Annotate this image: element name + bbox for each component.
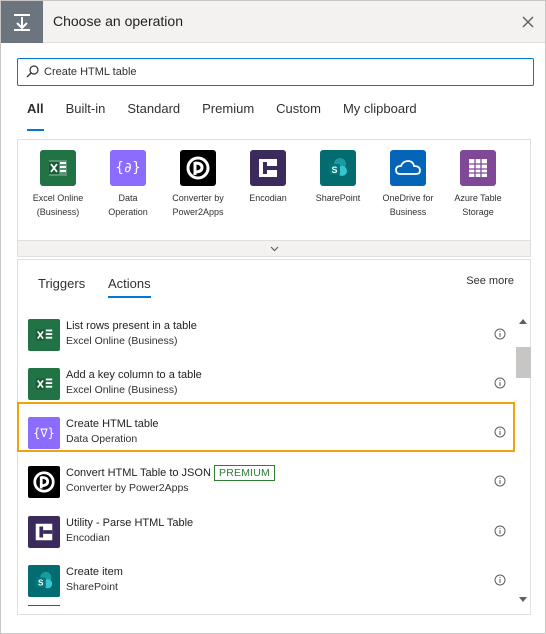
azure-table-icon — [460, 150, 496, 186]
svg-text:S: S — [38, 579, 44, 588]
search-box[interactable] — [17, 58, 534, 86]
see-more-link[interactable]: See more — [466, 275, 514, 287]
tab-all[interactable]: All — [27, 101, 44, 131]
action-list: List rows present in a table Excel Onlin… — [18, 310, 514, 606]
action-title: Utility - Parse HTML Table — [66, 517, 194, 529]
connector-excel-online[interactable]: Excel Online (Business) — [24, 150, 92, 219]
action-item[interactable]: Convert HTML Table to JSON PREMIUM Conve… — [18, 457, 514, 506]
excel-icon — [28, 368, 60, 400]
choose-operation-dialog: Choose an operation All Built-in Standar… — [0, 0, 546, 634]
tab-premium[interactable]: Premium — [202, 101, 254, 131]
onedrive-icon — [390, 150, 426, 186]
action-connector: SharePoint — [66, 581, 118, 593]
action-item[interactable]: Utility - Parse HTML Table Encodian — [18, 507, 514, 556]
chevron-down-icon — [270, 246, 278, 251]
info-icon[interactable] — [494, 377, 506, 389]
connector-label: Excel Online — [32, 193, 84, 203]
connector-label: Data — [118, 193, 138, 203]
search-input[interactable] — [44, 63, 524, 81]
tab-custom[interactable]: Custom — [276, 101, 321, 131]
dialog-title: Choose an operation — [53, 13, 183, 29]
operation-icon — [1, 1, 43, 43]
scroll-down-icon[interactable] — [519, 597, 527, 603]
sharepoint-icon: S — [28, 565, 60, 597]
close-icon — [522, 16, 534, 28]
action-item[interactable]: Add a key column to a table Excel Online… — [18, 359, 514, 408]
power2apps-icon — [28, 466, 60, 498]
connector-data-operation[interactable]: {∂} Data Operation — [94, 150, 162, 219]
connector-sharepoint[interactable]: S SharePoint — [304, 150, 372, 205]
tab-built-in[interactable]: Built-in — [66, 101, 106, 131]
connector-label: Encodian — [249, 193, 287, 203]
action-title: Add a key column to a table — [66, 369, 202, 381]
connector-label: Business — [389, 207, 427, 217]
dialog-header: Choose an operation — [1, 1, 545, 43]
connector-label: Power2Apps — [172, 207, 224, 217]
action-title: List rows present in a table — [66, 320, 197, 332]
sharepoint-icon: S — [320, 150, 356, 186]
selected-action-highlight — [17, 402, 515, 452]
connector-label: Operation — [108, 207, 148, 217]
connector-label: Storage — [462, 207, 494, 217]
connector-label: Azure Table — [454, 193, 502, 203]
svg-text:S: S — [331, 165, 337, 175]
tab-my-clipboard[interactable]: My clipboard — [343, 101, 417, 131]
action-title: Create item — [66, 566, 123, 578]
info-icon[interactable] — [494, 475, 506, 487]
connector-label: OneDrive for — [382, 193, 434, 203]
category-tabs: All Built-in Standard Premium Custom My … — [27, 101, 439, 131]
action-connector: Encodian — [66, 532, 110, 544]
info-icon[interactable] — [494, 525, 506, 537]
data-operation-icon: {∂} — [110, 150, 146, 186]
tab-actions[interactable]: Actions — [108, 276, 151, 298]
power2apps-icon — [180, 150, 216, 186]
info-icon[interactable] — [494, 574, 506, 586]
excel-icon — [28, 319, 60, 351]
connector-power2apps[interactable]: Converter by Power2Apps — [164, 150, 232, 219]
action-connector: Converter by Power2Apps — [66, 482, 189, 494]
expand-connectors-button[interactable] — [17, 240, 531, 257]
connector-encodian[interactable]: Encodian — [234, 150, 302, 205]
action-connector: Excel Online (Business) — [66, 384, 178, 396]
action-connector: Excel Online (Business) — [66, 335, 178, 347]
action-item[interactable]: S Create item SharePoint — [18, 556, 514, 605]
connector-onedrive[interactable]: OneDrive for Business — [374, 150, 442, 219]
encodian-icon — [28, 516, 60, 548]
premium-badge: PREMIUM — [214, 465, 275, 481]
connector-label: (Business) — [36, 207, 80, 217]
search-icon — [26, 65, 39, 78]
action-item[interactable]: List rows present in a table Excel Onlin… — [18, 310, 514, 359]
scroll-up-icon[interactable] — [519, 319, 527, 325]
tab-triggers[interactable]: Triggers — [38, 276, 85, 298]
action-item-partial — [18, 605, 514, 606]
close-button[interactable] — [517, 11, 539, 33]
connector-azure-table[interactable]: Azure Table Storage — [444, 150, 512, 219]
connector-label: SharePoint — [315, 193, 361, 203]
excel-icon — [40, 150, 76, 186]
action-title: Convert HTML Table to JSON — [66, 467, 211, 479]
connector-label: Converter by — [172, 193, 224, 203]
info-icon[interactable] — [494, 328, 506, 340]
tab-standard[interactable]: Standard — [127, 101, 180, 131]
encodian-icon — [250, 150, 286, 186]
scroll-thumb[interactable] — [516, 347, 531, 378]
